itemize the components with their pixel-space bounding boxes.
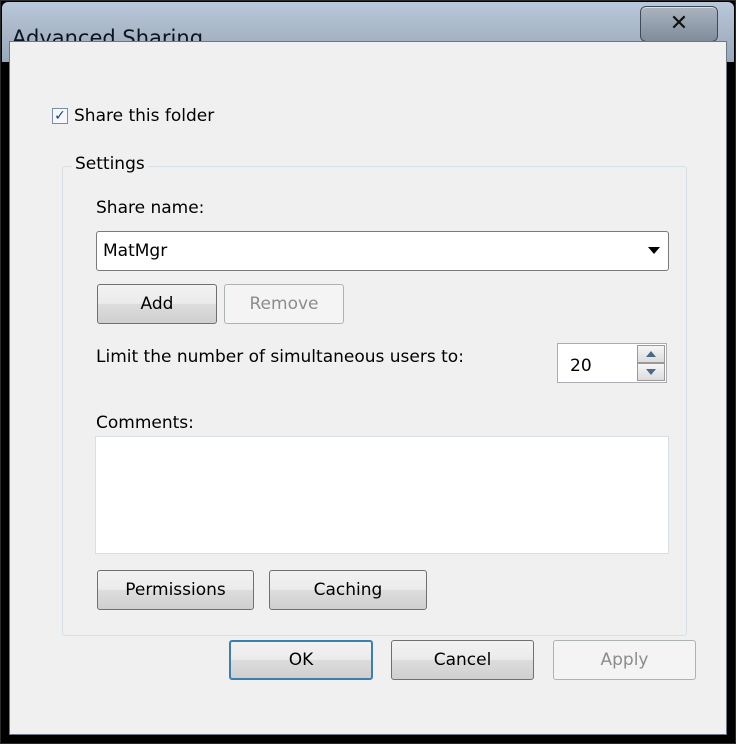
share-folder-checkbox-row[interactable]: ✓ Share this folder <box>52 106 214 126</box>
spin-down-icon <box>646 369 656 375</box>
comments-label: Comments: <box>96 413 194 433</box>
spin-down-button[interactable] <box>637 363 665 381</box>
user-limit-value[interactable]: 20 <box>570 356 592 376</box>
permissions-button[interactable]: Permissions <box>97 570 254 610</box>
close-button[interactable]: ✕ <box>640 6 718 42</box>
spin-up-icon <box>646 351 656 357</box>
cancel-button[interactable]: Cancel <box>391 640 534 680</box>
share-folder-checkbox[interactable]: ✓ <box>52 108 68 124</box>
spin-up-button[interactable] <box>637 345 665 363</box>
share-name-label: Share name: <box>96 198 205 218</box>
comments-textarea[interactable] <box>95 436 669 554</box>
user-limit-spinner[interactable]: 20 <box>557 343 667 383</box>
user-limit-label: Limit the number of simultaneous users t… <box>96 347 464 367</box>
remove-button[interactable]: Remove <box>224 284 344 324</box>
apply-button[interactable]: Apply <box>553 640 696 680</box>
settings-legend: Settings <box>72 154 148 174</box>
share-name-value: MatMgr <box>103 241 168 261</box>
share-name-dropdown[interactable]: MatMgr <box>96 231 669 271</box>
caching-button[interactable]: Caching <box>269 570 427 610</box>
close-icon: ✕ <box>669 11 689 36</box>
ok-button[interactable]: OK <box>229 640 373 680</box>
chevron-down-icon <box>648 247 660 254</box>
checkmark-icon: ✓ <box>54 108 66 124</box>
share-folder-label[interactable]: Share this folder <box>74 106 214 126</box>
add-button[interactable]: Add <box>97 284 217 324</box>
